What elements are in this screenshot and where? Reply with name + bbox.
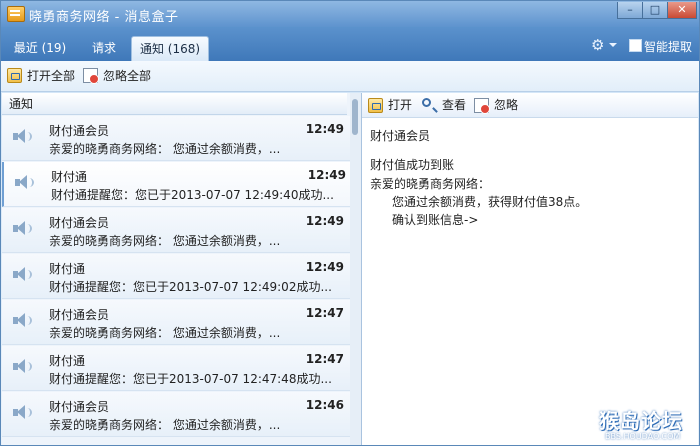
tab-bar: 最近 (19) 请求 通知 (168) ⚙ 智能提取 [1, 27, 699, 62]
item-time: 12:49 [305, 122, 344, 136]
detail-greeting: 亲爱的晓勇商务网络： [370, 177, 491, 191]
list-item[interactable]: 财付通 12:47 财付通提醒您：您已于2013-07-07 12:47:48成… [2, 346, 350, 391]
detail-toolbar: 打开 查看 忽略 [362, 93, 698, 118]
message-box-window: 晓勇商务网络 - 消息盒子 – □ ✕ 最近 (19) 请求 通知 (168) … [0, 0, 700, 446]
chevron-down-icon[interactable] [609, 43, 617, 47]
open-all-button[interactable]: 打开全部 [7, 67, 77, 85]
close-button[interactable]: ✕ [667, 2, 697, 19]
speaker-icon [13, 221, 32, 237]
item-sender: 财付通 [49, 262, 86, 276]
item-sender: 财付通 [51, 170, 88, 184]
gear-icon[interactable]: ⚙ [591, 38, 605, 53]
list-item-selected[interactable]: 财付通 12:49 财付通提醒您：您已于2013-07-07 12:49:40成… [2, 162, 350, 207]
app-logo-icon [7, 6, 25, 22]
speaker-icon [13, 405, 32, 421]
notification-list: 财付通会员 12:49 亲爱的晓勇商务网络： 您通过余额消费，... 财付通 1… [2, 116, 350, 445]
watermark-url: BBS.HOUDAO.COM [605, 432, 681, 441]
detail-message: 您通过余额消费，获得财付值38点。 [392, 195, 588, 209]
detail-pane: 打开 查看 忽略 财付通会员 财付值成功到账 亲爱的晓勇商务网络： 您通过余额消… [362, 93, 698, 445]
title-bar[interactable]: 晓勇商务网络 - 消息盒子 – □ ✕ [1, 1, 699, 27]
open-all-label: 打开全部 [27, 69, 76, 83]
maximize-button[interactable]: □ [642, 2, 668, 19]
list-item[interactable]: 财付通会员 12:47 亲爱的晓勇商务网络： 您通过余额消费，... [2, 300, 350, 345]
tab-notice[interactable]: 通知 (168) [131, 36, 209, 62]
item-time: 12:49 [305, 214, 344, 228]
confirm-link[interactable]: 确认到账信息-> [392, 211, 478, 228]
smart-extract-label[interactable]: 智能提取 [644, 38, 692, 55]
list-scrollbar[interactable] [350, 93, 361, 445]
magnifier-icon [422, 98, 431, 107]
ignore-button[interactable]: 忽略 [474, 97, 520, 115]
detail-sender: 财付通会员 [370, 129, 431, 143]
list-item[interactable]: 财付通 12:49 财付通提醒您：您已于2013-07-07 12:49:02成… [2, 254, 350, 299]
item-sender: 财付通会员 [49, 308, 110, 322]
main-toolbar: 打开全部 忽略全部 [1, 61, 699, 92]
window-title: 晓勇商务网络 - 消息盒子 [29, 10, 179, 25]
item-preview: 财付通提醒您：您已于2013-07-07 12:49:40成功... [51, 188, 334, 202]
notification-list-pane: 通知 财付通会员 12:49 亲爱的晓勇商务网络： 您通过余额消费，... 财付… [2, 93, 362, 445]
ignore-all-label: 忽略全部 [103, 69, 152, 83]
tab-request[interactable]: 请求 [89, 36, 119, 61]
speaker-icon [13, 359, 32, 375]
speaker-icon [13, 129, 32, 145]
open-label: 打开 [388, 98, 413, 112]
open-folder-icon [7, 68, 22, 83]
list-header: 通知 [2, 93, 347, 115]
item-time: 12:47 [305, 352, 344, 366]
detail-subject: 财付值成功到账 [370, 158, 455, 172]
view-label: 查看 [442, 98, 467, 112]
list-item[interactable]: 财付通会员 12:49 亲爱的晓勇商务网络： 您通过余额消费，... [2, 208, 350, 253]
list-item[interactable]: 财付通会员 12:46 亲爱的晓勇商务网络： 您通过余额消费，... [2, 392, 350, 437]
minimize-button[interactable]: – [617, 2, 643, 19]
watermark-logo: 猴岛论坛 BBS.HOUDAO.COM [599, 405, 695, 443]
watermark-text: 猴岛论坛 [599, 409, 683, 433]
speaker-icon [13, 267, 32, 283]
speaker-icon [13, 313, 32, 329]
speaker-icon [15, 175, 34, 191]
open-button[interactable]: 打开 [368, 97, 414, 115]
item-preview: 亲爱的晓勇商务网络： 您通过余额消费，... [49, 234, 281, 248]
item-time: 12:46 [305, 398, 344, 412]
ignore-icon [83, 68, 99, 84]
ignore-label: 忽略 [494, 98, 519, 112]
item-preview: 亲爱的晓勇商务网络： 您通过余额消费，... [49, 142, 281, 156]
item-preview: 亲爱的晓勇商务网络： 您通过余额消费，... [49, 418, 281, 432]
tab-recent[interactable]: 最近 (19) [13, 36, 67, 61]
ignore-icon [474, 98, 490, 114]
open-folder-icon [368, 98, 383, 113]
smart-extract-checkbox[interactable] [629, 39, 642, 52]
scrollbar-thumb[interactable] [352, 99, 358, 135]
item-time: 12:47 [305, 306, 344, 320]
item-sender: 财付通会员 [49, 216, 110, 230]
list-item[interactable]: 财付通会员 12:49 亲爱的晓勇商务网络： 您通过余额消费，... [2, 116, 350, 161]
item-preview: 财付通提醒您：您已于2013-07-07 12:49:02成功... [49, 280, 332, 294]
item-sender: 财付通会员 [49, 124, 110, 138]
view-button[interactable]: 查看 [422, 97, 468, 115]
item-sender: 财付通 [49, 354, 86, 368]
item-sender: 财付通会员 [49, 400, 110, 414]
item-time: 12:49 [305, 260, 344, 274]
item-preview: 财付通提醒您：您已于2013-07-07 12:47:48成功... [49, 372, 332, 386]
ignore-all-button[interactable]: 忽略全部 [83, 67, 153, 85]
item-time: 12:49 [307, 168, 346, 182]
item-preview: 亲爱的晓勇商务网络： 您通过余额消费，... [49, 326, 281, 340]
